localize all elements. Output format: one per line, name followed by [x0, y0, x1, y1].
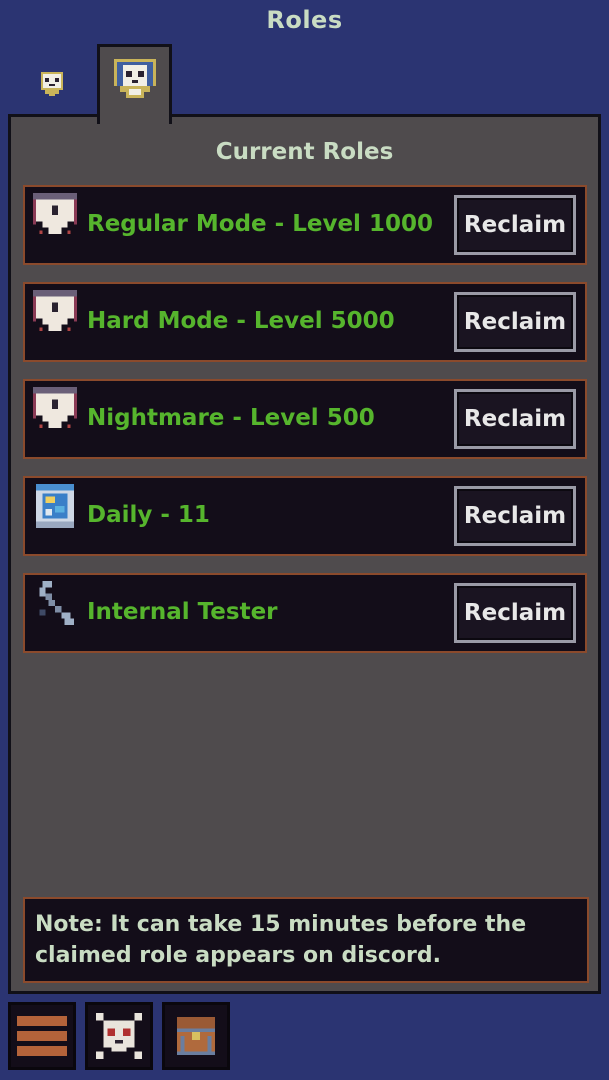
note-text: Note: It can take 15 minutes before the … — [23, 897, 589, 983]
role-row-internal-tester: Internal Tester Reclaim — [23, 573, 587, 653]
chest-nav-button[interactable] — [162, 1002, 230, 1070]
menu-icon — [17, 1016, 67, 1056]
banner-skull-icon — [33, 290, 77, 331]
reclaim-button[interactable]: Reclaim — [454, 292, 576, 352]
role-row-nightmare: Nightmare - Level 500 Reclaim — [23, 379, 587, 459]
calendar-globe-icon — [36, 484, 74, 528]
role-label: Regular Mode - Level 1000 — [87, 211, 433, 237]
role-row-daily: Daily - 11 Reclaim — [23, 476, 587, 556]
section-title: Current Roles — [215, 139, 394, 165]
tab-small-shield[interactable] — [28, 60, 76, 106]
role-row-regular: Regular Mode - Level 1000 Reclaim — [23, 185, 587, 265]
tab-shield[interactable] — [97, 44, 172, 124]
role-label: Nightmare - Level 500 — [87, 405, 375, 431]
treasure-chest-icon — [176, 1016, 216, 1056]
role-label: Internal Tester — [87, 599, 278, 625]
roles-panel: Current Roles Regular Mode - Level 1000 … — [8, 114, 601, 994]
banner-skull-icon — [33, 387, 77, 428]
menu-button[interactable] — [8, 1002, 76, 1070]
shield-skull-icon — [113, 59, 156, 98]
reclaim-button[interactable]: Reclaim — [454, 486, 576, 546]
skull-crossbones-icon — [96, 1013, 142, 1059]
skull-nav-button[interactable] — [85, 1002, 153, 1070]
roles-screen: Roles Current Roles Regular Mode - Level… — [0, 0, 609, 1080]
small-shield-skull-icon — [41, 72, 63, 96]
role-row-hard: Hard Mode - Level 5000 Reclaim — [23, 282, 587, 362]
page-title: Roles — [266, 6, 343, 34]
reclaim-button[interactable]: Reclaim — [454, 389, 576, 449]
banner-skull-icon — [33, 193, 77, 234]
wrench-icon — [39, 581, 74, 625]
role-label: Daily - 11 — [87, 502, 210, 528]
reclaim-button[interactable]: Reclaim — [454, 195, 576, 255]
reclaim-button[interactable]: Reclaim — [454, 583, 576, 643]
role-label: Hard Mode - Level 5000 — [87, 308, 395, 334]
